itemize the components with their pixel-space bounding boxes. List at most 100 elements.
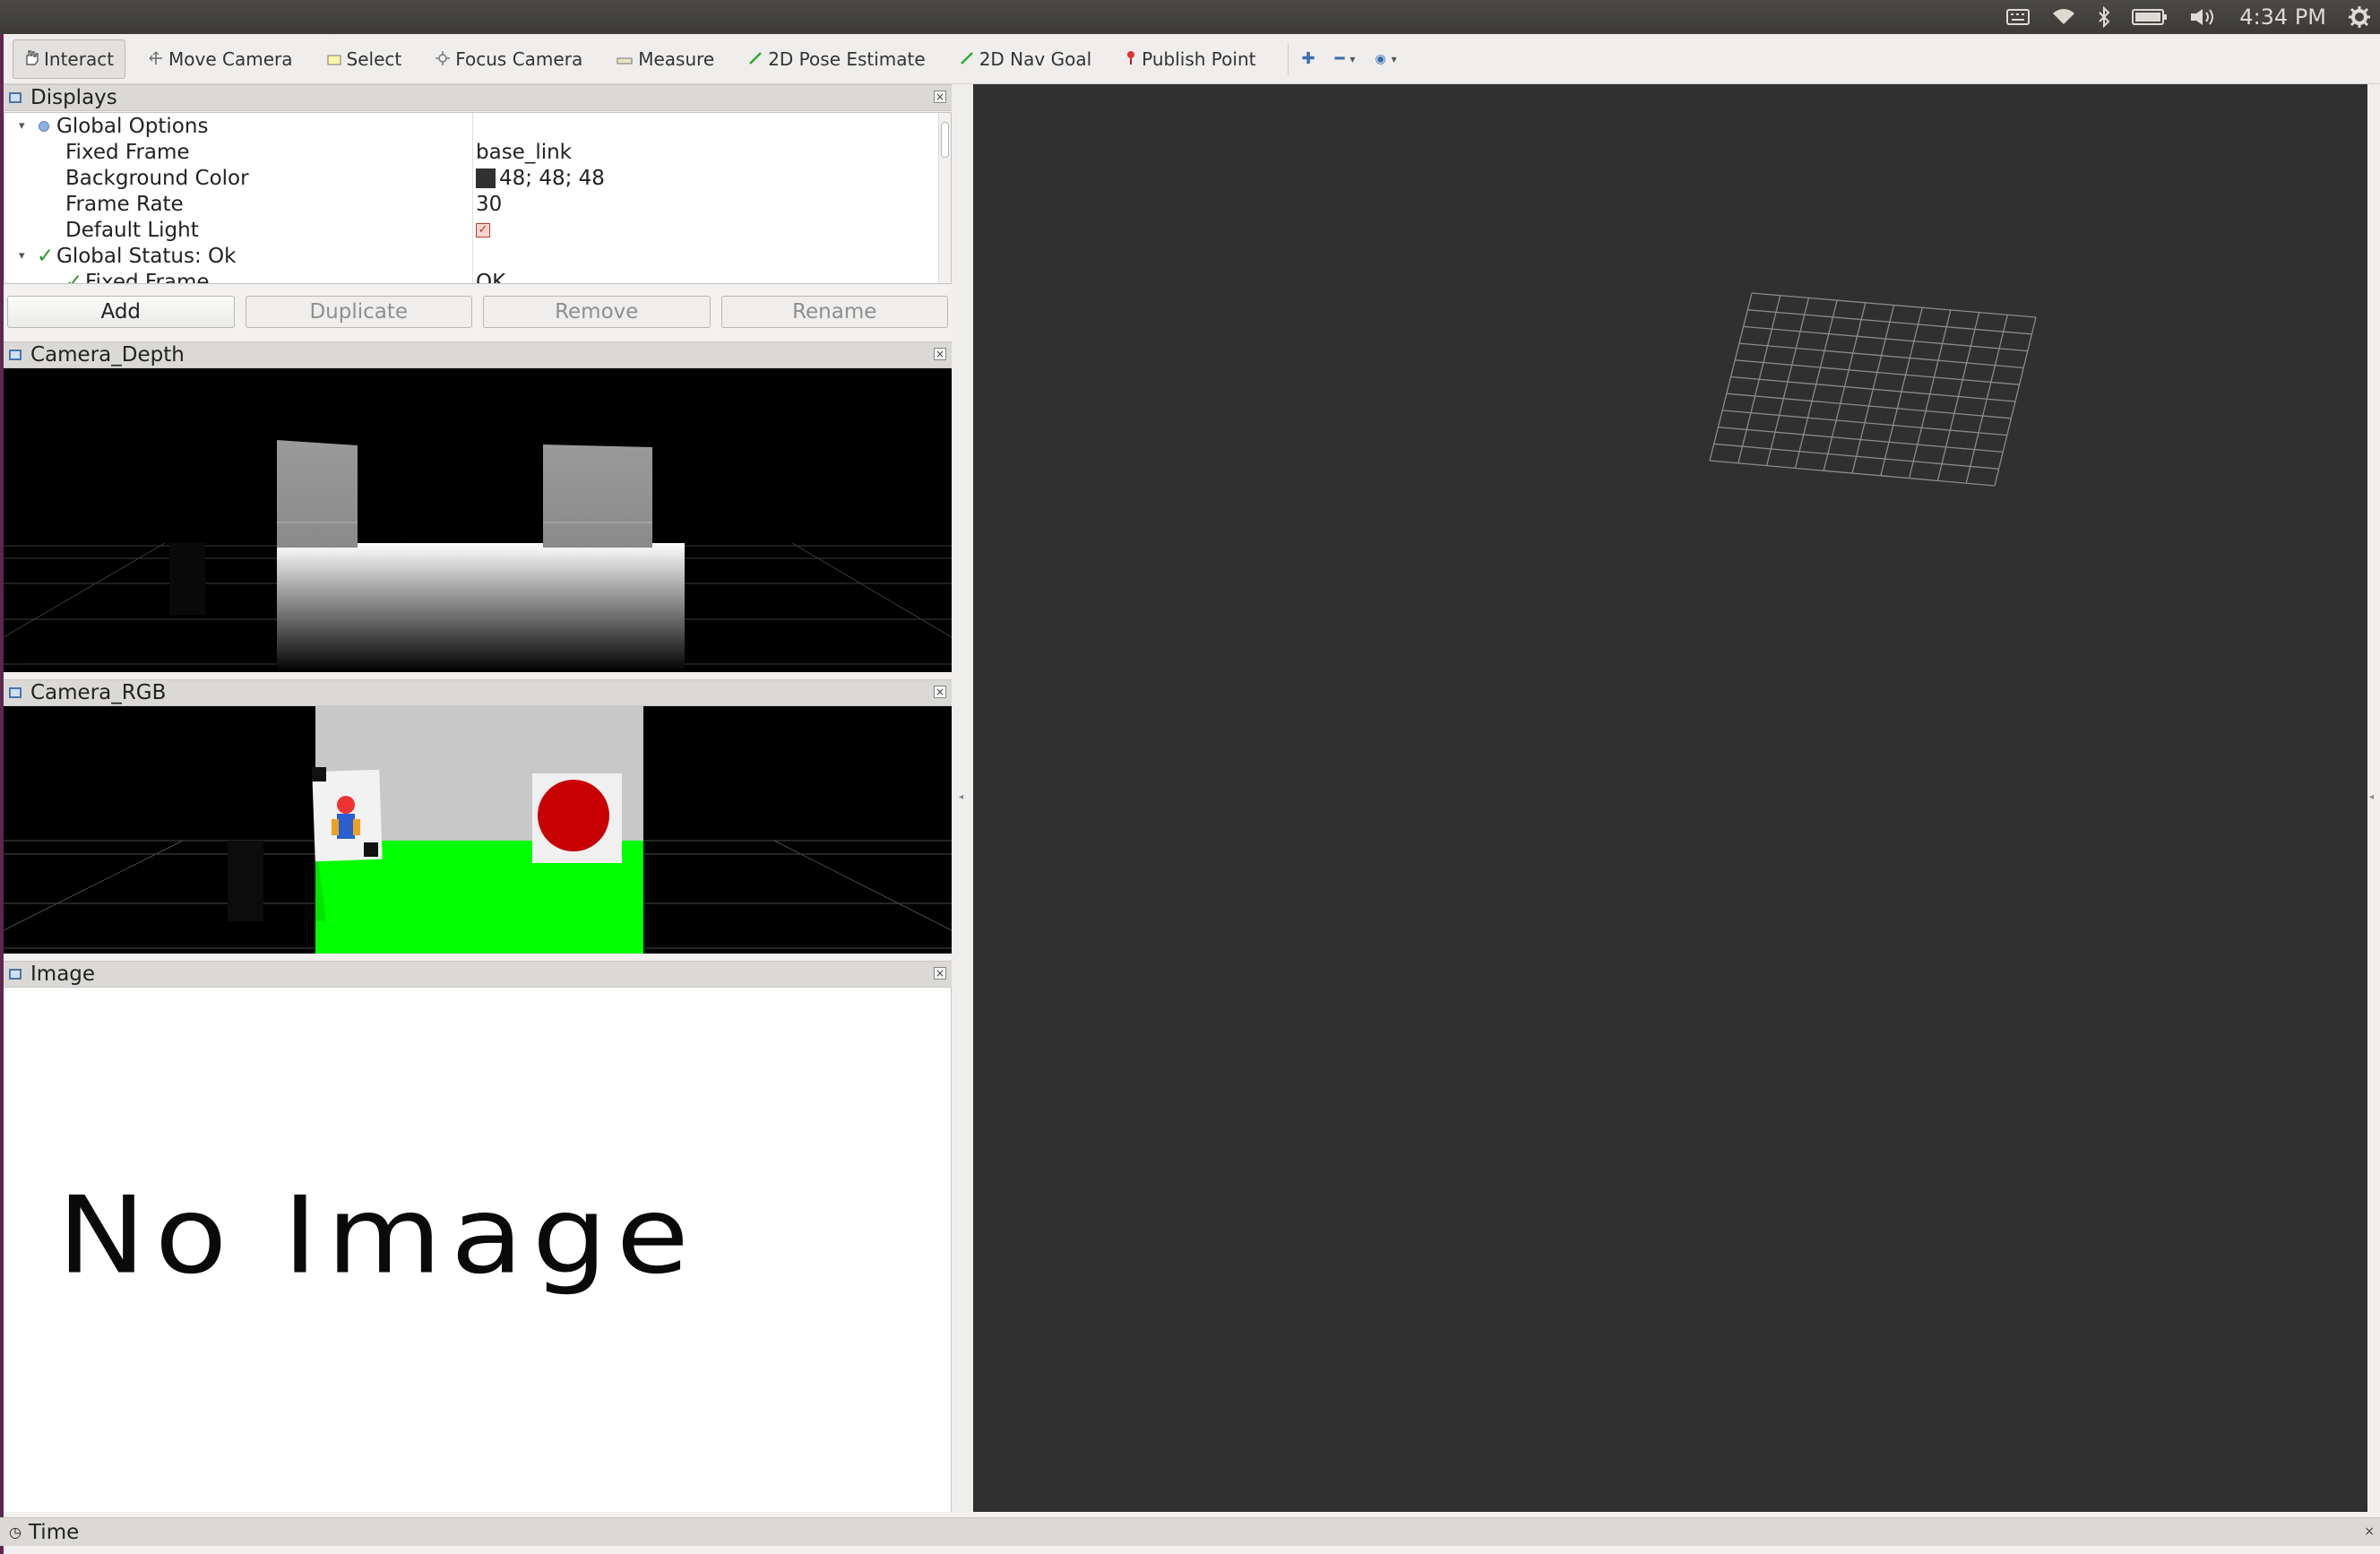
close-icon[interactable]: × bbox=[934, 348, 946, 360]
tree-value: OK bbox=[476, 270, 506, 284]
tree-row-fixed-frame[interactable]: Fixed Frame base_link bbox=[4, 139, 927, 165]
camera-rgb-view[interactable] bbox=[4, 706, 952, 954]
splitter-arrow-icon: ◂ bbox=[959, 792, 964, 802]
duplicate-button[interactable]: Duplicate bbox=[245, 296, 472, 328]
eye-icon: ◉ bbox=[1375, 51, 1386, 66]
tool-2d-pose-estimate[interactable]: 2D Pose Estimate bbox=[737, 39, 936, 79]
toolbar-separator bbox=[1288, 42, 1289, 75]
expand-arrow-icon[interactable]: ▾ bbox=[19, 119, 25, 133]
tool-focus-camera[interactable]: Focus Camera bbox=[425, 39, 593, 79]
tree-row-frame-rate[interactable]: Frame Rate 30 bbox=[4, 191, 927, 217]
monitor-icon bbox=[9, 92, 22, 103]
globe-icon bbox=[39, 120, 49, 132]
tool-label: Interact bbox=[44, 47, 115, 70]
image-panel-header: Image × bbox=[4, 961, 952, 988]
tool-publish-point[interactable]: Publish Point bbox=[1115, 39, 1266, 79]
close-icon[interactable]: × bbox=[934, 686, 946, 698]
ground-grid bbox=[1709, 292, 2037, 487]
tree-key: Frame Rate bbox=[65, 192, 184, 216]
tree-value[interactable]: ✓ bbox=[476, 222, 490, 237]
system-tray: 4:34 PM bbox=[2006, 0, 2371, 34]
rviz-toolbar: Interact Move Camera Select Focus Camera… bbox=[4, 34, 2380, 84]
focus-icon bbox=[435, 48, 451, 70]
no-image-text: No Image bbox=[57, 1173, 698, 1299]
tool-properties-button[interactable]: ◉ ▾ bbox=[1375, 52, 1396, 66]
tree-value[interactable]: 30 bbox=[476, 193, 502, 216]
panel-title: Camera_RGB bbox=[30, 681, 167, 704]
move-camera-icon bbox=[149, 48, 163, 70]
rgb-render bbox=[4, 706, 952, 954]
close-icon[interactable]: × bbox=[934, 91, 946, 103]
tool-label: 2D Pose Estimate bbox=[768, 47, 926, 70]
pose-arrow-icon bbox=[748, 48, 763, 70]
remove-button[interactable]: Remove bbox=[483, 296, 711, 328]
displays-button-row: Add Duplicate Remove Rename bbox=[4, 296, 952, 332]
time-panel-header: ◷ Time × bbox=[0, 1517, 2380, 1546]
tool-label: Publish Point bbox=[1142, 47, 1256, 70]
tree-row-default-light[interactable]: Default Light ✓ bbox=[4, 217, 927, 243]
select-icon bbox=[327, 48, 341, 70]
tree-key: Global Status: Ok bbox=[56, 244, 237, 268]
tool-interact[interactable]: Interact bbox=[13, 39, 126, 79]
plus-icon: ✚ bbox=[1301, 49, 1315, 68]
close-icon[interactable]: × bbox=[934, 967, 946, 980]
tree-key: Fixed Frame bbox=[85, 270, 210, 284]
tree-key: Fixed Frame bbox=[65, 140, 190, 164]
minus-icon: ━ bbox=[1334, 49, 1345, 68]
expand-arrow-icon[interactable]: ▾ bbox=[19, 249, 25, 263]
image-view[interactable]: No Image bbox=[4, 988, 952, 1512]
battery-icon[interactable] bbox=[2132, 8, 2168, 26]
scrollbar-thumb[interactable] bbox=[941, 122, 949, 158]
displays-scrollbar[interactable] bbox=[938, 113, 951, 283]
panel-title: Camera_Depth bbox=[30, 343, 185, 367]
tool-label: Measure bbox=[638, 47, 715, 70]
add-button[interactable]: Add bbox=[7, 296, 235, 328]
close-icon[interactable]: × bbox=[2364, 1524, 2375, 1539]
right-dock-edge[interactable]: ◂ bbox=[2367, 84, 2380, 1512]
panel-splitter[interactable]: ◂ bbox=[952, 84, 973, 1512]
displays-panel-header: Displays × bbox=[4, 84, 952, 111]
chevron-down-icon: ▾ bbox=[1391, 52, 1397, 65]
tree-value[interactable]: base_link bbox=[476, 141, 572, 164]
rename-button[interactable]: Rename bbox=[720, 296, 948, 328]
panel-title: Time bbox=[28, 1520, 80, 1544]
add-tool-button[interactable]: ✚ bbox=[1301, 49, 1315, 68]
tree-row-fixed-frame-status[interactable]: ✓ Fixed Frame OK bbox=[4, 269, 927, 284]
clock-time[interactable]: 4:34 PM bbox=[2239, 4, 2326, 30]
tool-measure[interactable]: Measure bbox=[606, 39, 725, 79]
settings-icon[interactable] bbox=[2348, 5, 2371, 29]
displays-tree[interactable]: ▾ Global Options Fixed Frame base_link B… bbox=[4, 112, 952, 284]
3d-render-view[interactable] bbox=[973, 84, 2367, 1512]
tool-label: Move Camera bbox=[168, 47, 293, 70]
remove-tool-button[interactable]: ━ ▾ bbox=[1335, 49, 1356, 68]
color-value: 48; 48; 48 bbox=[499, 166, 605, 190]
keyboard-icon[interactable] bbox=[2006, 9, 2031, 25]
depth-render bbox=[4, 440, 952, 672]
wifi-icon[interactable] bbox=[2051, 8, 2076, 26]
camera-depth-view[interactable] bbox=[4, 368, 952, 672]
tool-move-camera[interactable]: Move Camera bbox=[138, 39, 303, 79]
splitter-arrow-icon: ◂ bbox=[2369, 792, 2375, 802]
tool-label: Select bbox=[346, 47, 402, 70]
tool-2d-nav-goal[interactable]: 2D Nav Goal bbox=[949, 39, 1102, 79]
panel-title: Image bbox=[30, 963, 96, 986]
check-icon: ✓ bbox=[37, 244, 55, 268]
system-top-bar: 4:34 PM bbox=[0, 0, 2380, 34]
tree-row-global-status[interactable]: ▾ ✓ Global Status: Ok bbox=[4, 243, 927, 269]
color-swatch bbox=[476, 168, 496, 188]
volume-icon[interactable] bbox=[2189, 7, 2218, 27]
clock-icon: ◷ bbox=[9, 1524, 22, 1541]
tree-value-color[interactable]: 48; 48; 48 bbox=[476, 167, 605, 190]
bluetooth-icon[interactable] bbox=[2098, 6, 2110, 28]
tree-key: Global Options bbox=[56, 114, 209, 138]
camera-panel-icon bbox=[9, 350, 22, 360]
tool-label: Focus Camera bbox=[455, 47, 583, 70]
image-panel-icon bbox=[9, 969, 22, 980]
tree-row-global-options[interactable]: ▾ Global Options bbox=[4, 113, 927, 139]
tree-key: Default Light bbox=[65, 218, 199, 242]
tree-row-background-color[interactable]: Background Color 48; 48; 48 bbox=[4, 165, 927, 191]
checkbox-checked[interactable]: ✓ bbox=[476, 222, 490, 237]
camera-depth-panel-header: Camera_Depth × bbox=[4, 341, 952, 368]
tool-select[interactable]: Select bbox=[316, 39, 413, 79]
camera-panel-icon bbox=[9, 687, 22, 698]
